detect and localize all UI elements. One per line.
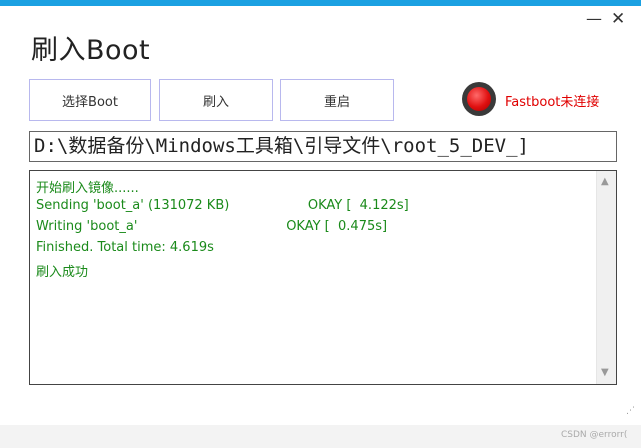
resize-grip-icon[interactable]: ⋰ bbox=[626, 407, 635, 416]
log-line: Sending 'boot_a' (131072 KB) OKAY [ 4.12… bbox=[36, 198, 409, 213]
connection-status-text: Fastboot未连接 bbox=[505, 95, 600, 110]
minimize-button[interactable]: — bbox=[586, 10, 602, 28]
log-line: Writing 'boot_a' OKAY [ 0.475s] bbox=[36, 219, 388, 234]
boot-file-path-field[interactable]: D:\数据备份\Mindows工具箱\引导文件\root_5_DEV_] bbox=[29, 131, 617, 162]
log-line: Finished. Total time: 4.619s bbox=[36, 240, 214, 255]
scroll-up-icon[interactable]: ▲ bbox=[601, 176, 609, 188]
scroll-down-icon[interactable]: ▼ bbox=[601, 367, 609, 379]
status-light-icon bbox=[467, 87, 491, 111]
log-output[interactable]: 开始刷入镜像...... Sending 'boot_a' (131072 KB… bbox=[29, 170, 617, 385]
log-line: 刷入成功 bbox=[36, 265, 89, 280]
log-scrollbar[interactable]: ▲ ▼ bbox=[596, 171, 616, 384]
log-line: 开始刷入镜像...... bbox=[36, 181, 139, 196]
reboot-button[interactable]: 重启 bbox=[280, 79, 394, 121]
flash-button[interactable]: 刷入 bbox=[159, 79, 273, 121]
connection-status-indicator bbox=[462, 82, 496, 116]
bottom-strip bbox=[0, 425, 641, 448]
page-title: 刷入Boot bbox=[31, 35, 151, 66]
window-accent-bar bbox=[0, 0, 641, 6]
close-button[interactable]: ✕ bbox=[611, 10, 625, 28]
select-boot-button[interactable]: 选择Boot bbox=[29, 79, 151, 121]
watermark: CSDN @errorr( bbox=[561, 430, 628, 440]
